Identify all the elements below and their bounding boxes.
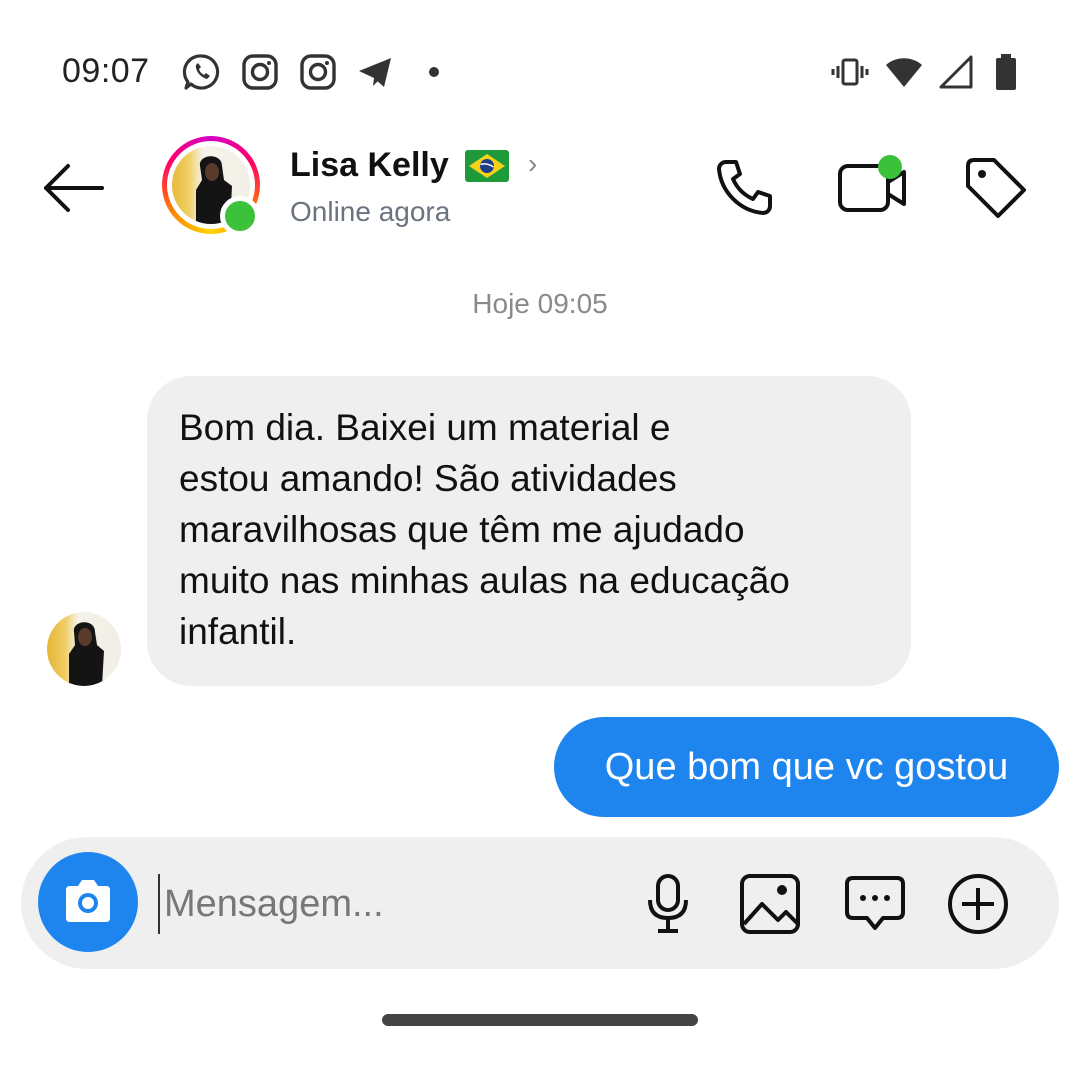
home-indicator[interactable] xyxy=(382,1014,698,1026)
back-arrow-icon[interactable] xyxy=(42,160,106,216)
instagram-icon xyxy=(242,54,278,90)
online-indicator xyxy=(220,196,260,236)
telegram-icon xyxy=(359,58,391,87)
battery-icon xyxy=(996,54,1016,90)
whatsapp-icon xyxy=(182,54,220,90)
message-line: estou amando! São atividades xyxy=(179,458,677,499)
instagram-icon xyxy=(300,54,336,90)
brazil-flag-icon xyxy=(465,150,509,182)
gallery-icon[interactable] xyxy=(738,872,802,936)
contact-status: Online agora xyxy=(290,196,451,227)
vibrate-icon xyxy=(831,58,869,86)
status-time: 09:07 xyxy=(62,52,150,90)
chevron-right-icon[interactable]: › xyxy=(528,148,537,180)
tag-icon[interactable] xyxy=(962,156,1028,222)
wifi-icon xyxy=(886,58,922,87)
contact-name[interactable]: Lisa Kelly xyxy=(290,146,449,185)
camera-icon xyxy=(66,880,110,922)
message-input[interactable] xyxy=(158,874,598,934)
microphone-icon[interactable] xyxy=(636,872,700,936)
outgoing-message-bubble[interactable]: Que bom que vc gostou xyxy=(554,717,1059,817)
signal-icon xyxy=(939,55,973,89)
sticker-icon[interactable] xyxy=(843,872,907,936)
sender-avatar[interactable] xyxy=(47,612,121,686)
message-line: infantil. xyxy=(179,611,297,652)
date-separator: Hoje 09:05 xyxy=(472,288,608,319)
phone-icon[interactable] xyxy=(712,156,776,220)
dot-icon xyxy=(429,67,439,77)
add-icon[interactable] xyxy=(946,872,1010,936)
incoming-message-bubble[interactable]: Bom dia. Baixei um material e estou aman… xyxy=(147,376,911,686)
message-line: muito nas minhas aulas na educação xyxy=(179,560,790,601)
camera-button[interactable] xyxy=(38,852,138,952)
video-call-icon[interactable] xyxy=(834,152,910,218)
message-line: Bom dia. Baixei um material e xyxy=(179,407,671,448)
message-line: maravilhosas que têm me ajudado xyxy=(179,509,745,550)
